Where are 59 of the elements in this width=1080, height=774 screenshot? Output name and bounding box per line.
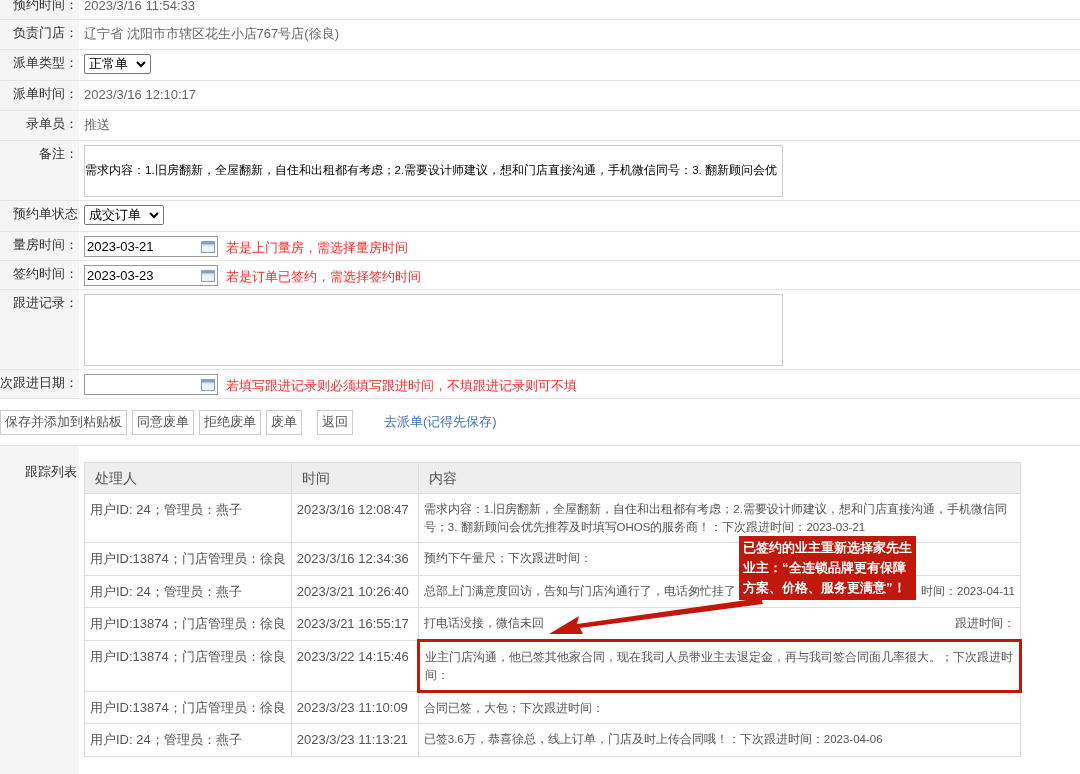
column-header: 内容 bbox=[418, 462, 1021, 494]
field-value: 辽宁省 沈阳市市辖区花生小店767号店(徐良) bbox=[84, 25, 339, 43]
dropdown[interactable]: 正常单 bbox=[84, 54, 151, 74]
table-cell: 用户ID: 24；管理员：燕子 bbox=[84, 575, 292, 608]
calendar-icon bbox=[201, 269, 215, 282]
section-label: 跟踪列表 bbox=[25, 464, 77, 479]
field-label: 录单员： bbox=[26, 116, 78, 133]
table-cell-text: 打电话没接，微信未回 bbox=[423, 616, 544, 631]
field-label: 预约单状态 bbox=[13, 206, 78, 223]
table-cell-text: 总部上门满意度回访，告知与门店沟通行了，电话匆忙挂了 bbox=[423, 583, 736, 599]
date-field[interactable]: 2023-03-21 bbox=[84, 236, 218, 257]
table-cell: 用户ID:13874；门店管理员：徐良 bbox=[84, 640, 292, 691]
table-cell: 用户ID:13874；门店管理员：徐良 bbox=[84, 691, 292, 724]
table-cell: 2023/3/23 11:13:21 bbox=[291, 723, 419, 756]
action-button[interactable]: 返回 bbox=[317, 409, 353, 435]
action-button[interactable]: 废单 bbox=[266, 409, 302, 435]
table-cell-text: 跟进时间： bbox=[955, 616, 1015, 631]
calendar-icon bbox=[201, 378, 215, 391]
table-cell: 用户ID:13874；门店管理员：徐良 bbox=[84, 607, 292, 640]
table-cell-text: 时间：2023-04-11 bbox=[921, 583, 1015, 599]
table-cell: 合同已签，大包；下次跟进时间： bbox=[418, 691, 1021, 724]
textarea-field[interactable] bbox=[84, 294, 783, 366]
field-label: 量房时间： bbox=[13, 237, 78, 254]
note-field[interactable]: 需求内容：1.旧房翻新，全屋翻新，自住和出租都有考虑；2.需要设计师建议，想和门店直接沟通，手机微信同号：3. 翻新顾问会优 bbox=[84, 145, 783, 197]
highlighted-cell: 业主门店沟通，他已签其他家合同，现在我司人员带业主去退定金，再与我司签合同面几率很大。；下次跟进时间： bbox=[418, 640, 1021, 691]
hint-text: 若填写跟进记录则必须填写跟进时间，不填跟进记录则可不填 bbox=[226, 377, 577, 395]
field-label: 签约时间： bbox=[13, 266, 78, 283]
hint-text: 若是上门量房，需选择量房时间 bbox=[226, 239, 408, 257]
field-value: 2023/3/16 11:54:33 bbox=[84, 0, 196, 15]
caret-icon bbox=[149, 211, 159, 219]
field-label: 派单时间： bbox=[13, 86, 78, 103]
table-cell: 用户ID: 24；管理员：燕子 bbox=[84, 723, 292, 756]
date-field[interactable]: 2023-03-23 bbox=[84, 265, 218, 286]
date-field[interactable] bbox=[84, 374, 218, 395]
action-button[interactable]: 保存并添加到粘贴板 bbox=[0, 409, 127, 435]
field-value: 2023/3/16 12:10:17 bbox=[84, 86, 197, 104]
dispatch-link[interactable]: 去派单(记得先保存) bbox=[384, 412, 497, 432]
hint-text: 若是订单已签约，需选择签约时间 bbox=[226, 268, 421, 286]
field-label: 跟进记录： bbox=[13, 295, 78, 312]
field-label: 次跟进日期： bbox=[0, 375, 78, 392]
action-button[interactable]: 拒绝废单 bbox=[199, 409, 261, 435]
field-label: 派单类型： bbox=[13, 55, 78, 72]
table-cell: 已签3.6万，恭喜徐总，线上订单，门店及时上传合同哦！：下次跟进时间：2023-04-06 bbox=[418, 723, 1021, 756]
table-cell: 用户ID: 24；管理员：燕子 bbox=[84, 493, 292, 543]
field-label: 负责门店： bbox=[13, 25, 78, 42]
calendar-icon bbox=[201, 240, 215, 253]
caret-icon bbox=[136, 60, 146, 68]
field-label: 备注： bbox=[39, 146, 78, 163]
table-cell: 2023/3/23 11:10:09 bbox=[291, 691, 419, 724]
table-cell: 用户ID:13874；门店管理员：徐良 bbox=[84, 542, 292, 575]
dropdown[interactable]: 成交订单 bbox=[84, 205, 164, 225]
table-cell: 2023/3/21 16:55:17 bbox=[291, 607, 419, 640]
action-button[interactable]: 同意废单 bbox=[132, 409, 194, 435]
table-cell: 2023/3/16 12:34:36 bbox=[291, 542, 419, 575]
table-cell: 2023/3/21 10:26:40 bbox=[291, 575, 419, 608]
column-header: 处理人 bbox=[84, 462, 292, 494]
table-cell: 2023/3/16 12:08:47 bbox=[291, 493, 419, 543]
field-value: 推送 bbox=[84, 116, 110, 134]
column-header: 时间 bbox=[291, 462, 419, 494]
